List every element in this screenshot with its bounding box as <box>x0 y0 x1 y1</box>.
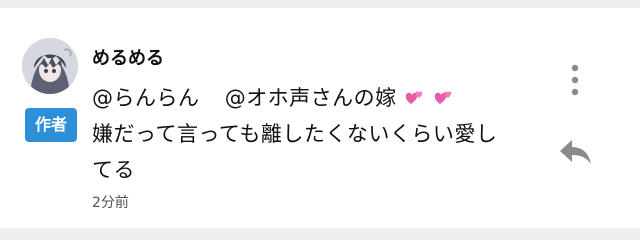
reply-arrow-icon <box>560 140 591 164</box>
avatar[interactable] <box>22 38 78 94</box>
mention-link[interactable]: @らんらん <box>92 86 200 110</box>
timestamp: 2分前 <box>92 195 129 211</box>
comment-text-line-2: 嫌だって言っても離したくないくらい愛し <box>92 122 498 146</box>
author-badge: 作者 <box>25 108 77 142</box>
username[interactable]: めるめる <box>92 44 164 70</box>
more-options-button[interactable] <box>562 60 588 100</box>
avatar-image <box>22 38 78 94</box>
comment-card: 作者 めるめる @らんらん @オホ声さんの嫁 嫌だって言っても離したくないくらい… <box>0 8 640 228</box>
vertical-ellipsis-icon <box>571 64 579 96</box>
reply-button[interactable] <box>558 136 594 168</box>
mention-link[interactable]: @オホ声さんの嫁 <box>225 86 397 110</box>
two-hearts-icon <box>433 88 455 113</box>
comment-text-line-3: てる <box>92 158 135 182</box>
two-hearts-icon <box>404 88 426 113</box>
comment-text-line-1: @らんらん @オホ声さんの嫁 <box>92 82 455 113</box>
